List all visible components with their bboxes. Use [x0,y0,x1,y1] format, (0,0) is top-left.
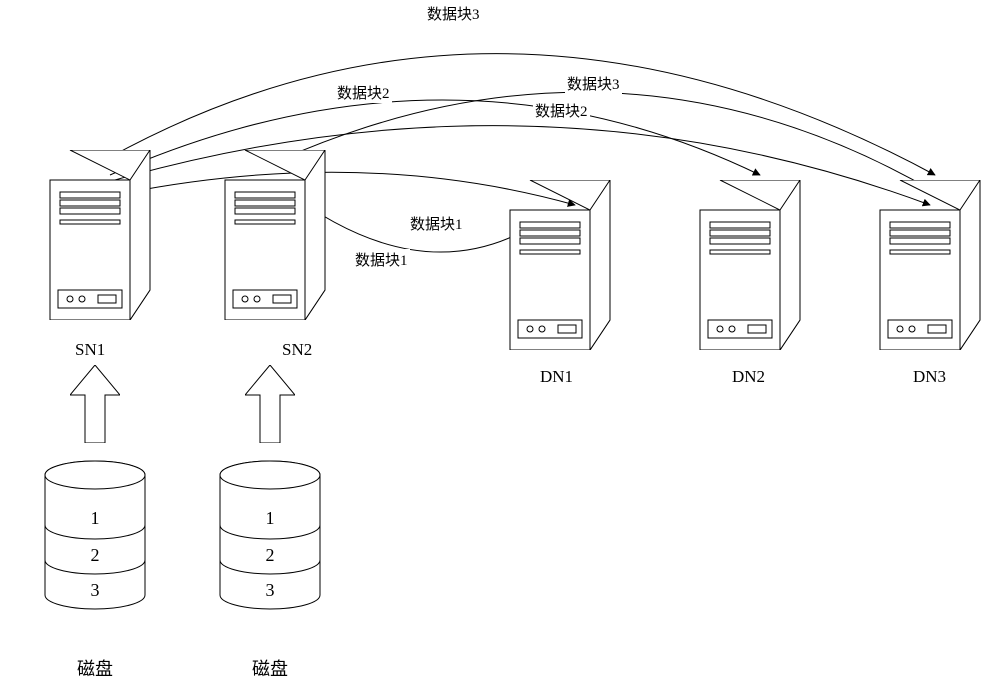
disk-sn1-row2: 2 [40,545,150,566]
disk-sn1-row3: 3 [40,580,150,601]
edge-label-sn2-dn3-block3: 数据块3 [565,73,622,94]
server-label-sn2: SN2 [282,340,312,360]
disk-sn2-row2: 2 [215,545,325,566]
server-label-sn1: SN1 [75,340,105,360]
server-label-dn1: DN1 [540,367,573,387]
edge-label-sn2-dn1-block1: 数据块1 [353,249,410,270]
disk-sn2-row1: 1 [215,508,325,529]
server-sn1 [40,150,160,320]
disk-label-sn1: 磁盘 [40,655,150,681]
server-dn1 [500,180,620,350]
edge-label-sn1-dn3-block3: 数据块3 [425,3,482,24]
server-label-dn2: DN2 [732,367,765,387]
edge-label-sn1-dn2-block2: 数据块2 [335,82,392,103]
server-sn2 [215,150,335,320]
upload-arrow-sn2 [245,365,295,443]
server-dn2 [690,180,810,350]
server-dn3 [870,180,990,350]
disk-sn2-row3: 3 [215,580,325,601]
diagram-canvas: 数据块3 数据块2 数据块3 数据块2 数据块1 数据块1 SN1 SN2 [0,0,1000,686]
server-label-dn3: DN3 [913,367,946,387]
disk-sn1-row1: 1 [40,508,150,529]
upload-arrow-sn1 [70,365,120,443]
edge-label-sn1-dn3-block2: 数据块2 [533,100,590,121]
disk-label-sn2: 磁盘 [215,655,325,681]
edge-label-sn1-dn1-block1: 数据块1 [408,213,465,234]
